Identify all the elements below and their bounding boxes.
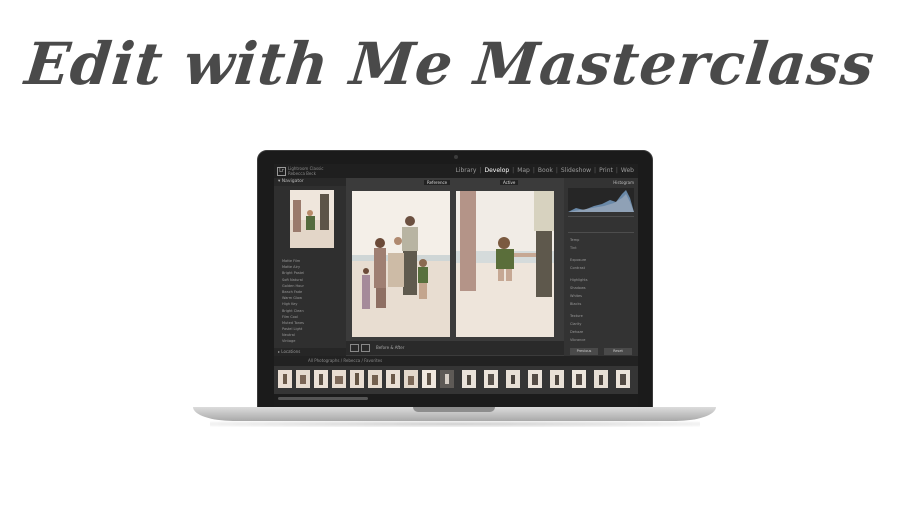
filmstrip — [274, 366, 638, 394]
filmstrip-thumb[interactable] — [550, 370, 564, 388]
module-web[interactable]: Web — [621, 167, 634, 174]
filmstrip-thumb[interactable] — [616, 370, 630, 388]
slider-texture[interactable]: Texture — [570, 314, 583, 318]
slider-vibrance[interactable]: Vibrance — [570, 338, 585, 342]
after-photo — [456, 191, 554, 337]
module-develop[interactable]: Develop — [484, 167, 509, 174]
filmstrip-toolbar: All Photographs / Rebecca / Favorites — [274, 356, 638, 366]
filmstrip-thumb[interactable] — [422, 370, 436, 388]
module-print[interactable]: Print — [599, 167, 613, 174]
left-panel: ▾ Navigator Matte Film Matte Airy Bright… — [274, 178, 346, 356]
laptop-lid: Lr Lightroom Classic Rebecca Beck Librar… — [257, 150, 653, 408]
module-map[interactable]: Map — [517, 167, 530, 174]
navigator-label: Navigator — [281, 179, 304, 184]
laptop-base — [193, 407, 716, 421]
divider — [568, 216, 634, 217]
previous-button[interactable]: Previous — [570, 348, 598, 355]
module-library[interactable]: Library — [455, 167, 476, 174]
slider-dehaze[interactable]: Dehaze — [570, 330, 583, 334]
filmstrip-thumb[interactable] — [368, 370, 382, 388]
laptop-screen: Lr Lightroom Classic Rebecca Beck Librar… — [274, 164, 638, 408]
filmstrip-thumb[interactable] — [350, 370, 364, 388]
filmstrip-thumb[interactable] — [572, 370, 586, 388]
view-toolbar: Before & After — [346, 341, 564, 355]
locations-header[interactable]: ▸ Locations — [274, 348, 346, 356]
scrollbar-thumb[interactable] — [278, 397, 368, 400]
module-slideshow[interactable]: Slideshow — [561, 167, 591, 174]
filmstrip-thumb[interactable] — [386, 370, 400, 388]
module-book[interactable]: Book — [538, 167, 553, 174]
filmstrip-thumb[interactable] — [314, 370, 328, 388]
slider-exposure[interactable]: Exposure — [570, 258, 586, 262]
slider-shadows[interactable]: Shadows — [570, 286, 586, 290]
before-tab[interactable]: Reference — [424, 180, 451, 185]
presets-list: Matte Film Matte Airy Bright Pastel Soft… — [282, 258, 344, 345]
slider-clarity[interactable]: Clarity — [570, 322, 581, 326]
catalog-line-2: Rebecca Beck — [288, 171, 316, 176]
after-tab[interactable]: Active — [500, 180, 519, 185]
loupe-view-icon[interactable] — [350, 344, 359, 352]
slider-temp[interactable]: Temp — [570, 238, 579, 242]
navigator-thumbnail[interactable] — [290, 190, 334, 248]
before-after-label: Before & After — [376, 345, 405, 350]
filmstrip-thumb[interactable] — [404, 370, 418, 388]
catalog-info: Lightroom Classic Rebecca Beck — [288, 166, 323, 176]
right-panel: Histogram Temp Tint Exposure Contrast Hi… — [564, 178, 638, 356]
navigator-header[interactable]: ▾ Navigator — [274, 178, 346, 186]
before-photo — [352, 191, 450, 337]
slider-contrast[interactable]: Contrast — [570, 266, 585, 270]
masterclass-title: Edit with Me Masterclass — [21, 30, 879, 98]
laptop-notch — [413, 407, 495, 412]
slider-blacks[interactable]: Blacks — [570, 302, 581, 306]
filmstrip-source[interactable]: All Photographs / Rebecca / Favorites — [308, 358, 382, 363]
filmstrip-thumb[interactable] — [332, 370, 346, 388]
lightroom-logo-icon: Lr — [277, 167, 286, 176]
histogram-label: Histogram — [613, 180, 634, 185]
reset-button[interactable]: Reset — [604, 348, 632, 355]
filmstrip-thumb[interactable] — [440, 370, 454, 388]
histogram-chart — [568, 188, 634, 212]
filmstrip-thumb[interactable] — [484, 370, 498, 388]
filmstrip-thumb[interactable] — [296, 370, 310, 388]
lightroom-top-bar: Lr Lightroom Classic Rebecca Beck Librar… — [274, 164, 638, 178]
before-after-view-icon[interactable] — [361, 344, 370, 352]
filmstrip-thumb[interactable] — [528, 370, 542, 388]
slider-whites[interactable]: Whites — [570, 294, 582, 298]
preset-item[interactable]: Vintage — [282, 338, 344, 344]
before-after-view: Reference Active Before & After — [346, 178, 564, 356]
filmstrip-scrollbar[interactable] — [274, 394, 638, 408]
filmstrip-thumb[interactable] — [278, 370, 292, 388]
module-picker: Library | Develop | Map | Book | Slideshow | … — [455, 167, 634, 174]
filmstrip-thumb[interactable] — [594, 370, 608, 388]
slider-highlights[interactable]: Highlights — [570, 278, 588, 282]
filmstrip-thumb[interactable] — [506, 370, 520, 388]
divider — [568, 232, 634, 233]
slider-tint[interactable]: Tint — [570, 246, 577, 250]
webcam-icon — [454, 155, 458, 159]
laptop-shadow — [210, 421, 700, 427]
filmstrip-thumb[interactable] — [462, 370, 476, 388]
locations-label: Locations — [281, 349, 301, 354]
